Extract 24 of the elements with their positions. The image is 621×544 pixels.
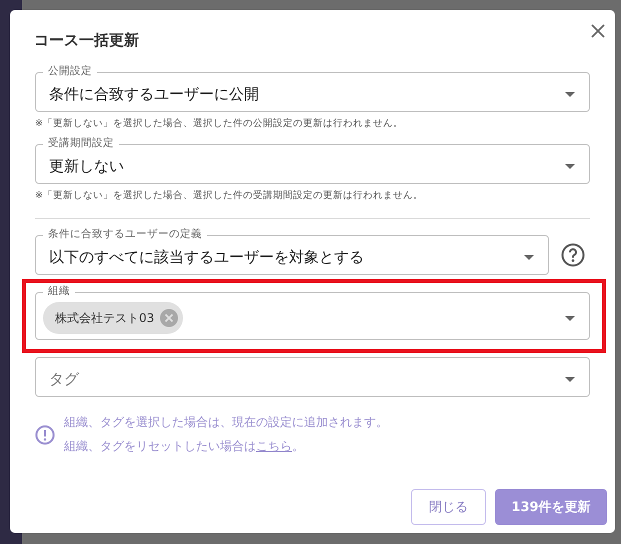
select-field[interactable]: タグ — [35, 357, 590, 397]
info-text: 組織、タグをリセットしたい場合は こちら。 — [64, 438, 305, 455]
chip[interactable]: 株式会社テスト03 — [43, 302, 184, 334]
field-placeholder: タグ — [49, 370, 79, 388]
field-value: 更新しない — [49, 156, 124, 176]
help-icon[interactable] — [561, 243, 585, 267]
helper-text: ※「更新しない」を選択した場合、選択した件の公開設定の更新は行われません。 — [35, 117, 404, 130]
caret-icon — [565, 164, 575, 169]
field-value: 以下のすべてに該当するユーザーを対象とする — [49, 248, 364, 266]
caret-icon — [565, 377, 575, 382]
field-value: 条件に合致するユーザーに公開 — [49, 84, 259, 104]
field-label: 公開設定 — [43, 64, 97, 78]
caret-icon — [524, 255, 534, 260]
caret-icon — [565, 316, 575, 321]
caret-icon — [565, 92, 575, 97]
info-icon — [35, 424, 55, 444]
field-label: 条件に合致するユーザーの定義 — [43, 227, 207, 241]
close-button[interactable]: 閉じる — [411, 489, 486, 525]
dialog-title: コース一括更新 — [34, 31, 139, 50]
helper-text: ※「更新しない」を選択した場合、選択した件の受講期間設定の更新は行われません。 — [35, 189, 424, 202]
field-label: 受講期間設定 — [43, 136, 119, 150]
field-label: 組織 — [43, 284, 75, 298]
close-icon[interactable] — [590, 23, 606, 39]
info-text: 組織、タグを選択した場合は、現在の設定に追加されます。 — [64, 414, 388, 431]
